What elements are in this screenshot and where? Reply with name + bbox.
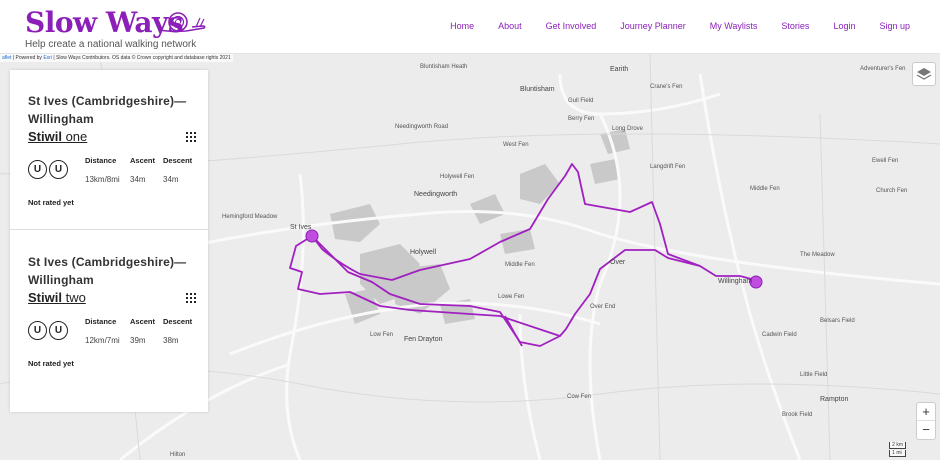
route-badges: U U — [28, 321, 68, 340]
nav-login[interactable]: Login — [833, 21, 855, 31]
nav-about[interactable]: About — [498, 21, 522, 31]
snail-logo-icon — [159, 12, 206, 33]
route-name-link[interactable]: Stiwil one — [28, 129, 87, 144]
distance-stat: Distance 13km/8mi — [85, 156, 120, 184]
map-label-over-end: Over End — [590, 304, 616, 310]
descent-label: Descent — [163, 156, 193, 165]
map-label-brook-field: Brook Field — [782, 412, 813, 418]
map-label-cow-fen: Cow Fen — [567, 394, 592, 400]
map-label-over: Over — [610, 259, 626, 266]
route-map[interactable]: aflet | Powered by Esri | Slow Ways Cont… — [0, 54, 940, 460]
map-label-bluntisham: Bluntisham — [520, 86, 555, 93]
layers-control-icon[interactable] — [912, 62, 936, 86]
map-attribution: aflet | Powered by Esri | Slow Ways Cont… — [0, 54, 233, 62]
esri-link[interactable]: Esri — [43, 55, 52, 61]
route-card[interactable]: St Ives (Cambridgeshire)—Willingham Stiw… — [10, 70, 208, 230]
map-label-cadwin-field: Cadwin Field — [762, 332, 797, 338]
map-label-middle-fen: Middle Fen — [505, 262, 535, 268]
map-label-willingham: Willingham — [718, 278, 753, 285]
map-label-church-fen: Church Fen — [876, 188, 908, 194]
map-scale: 2 km 1 mi — [889, 442, 906, 458]
map-label-hemingford-meadow: Hemingford Meadow — [222, 214, 278, 220]
nav-stories[interactable]: Stories — [781, 21, 809, 31]
route-title: St Ives (Cambridgeshire)—Willingham — [28, 94, 187, 126]
leaflet-link[interactable]: aflet — [2, 55, 11, 61]
descent-label: Descent — [163, 317, 193, 326]
site-header: Slow Ways Help create a national walking… — [0, 0, 940, 54]
unverified-badge-icon: U — [28, 321, 47, 340]
map-label-berry-fen: Berry Fen — [568, 116, 595, 122]
distance-value: 13km/8mi — [85, 175, 120, 184]
ascent-stat: Ascent 39m — [130, 317, 155, 345]
route-name-bold: Stiwil — [28, 290, 62, 305]
nav-sign-up[interactable]: Sign up — [879, 21, 910, 31]
map-label-needingworth: Needingworth — [414, 191, 458, 198]
route-name-link[interactable]: Stiwil two — [28, 290, 86, 305]
map-label-bluntisham-heath: Bluntisham Heath — [420, 64, 468, 70]
zoom-in-button[interactable]: + — [917, 403, 935, 421]
map-label-cranes-fen: Crane's Fen — [650, 84, 683, 90]
scale-mi: 1 mi — [889, 450, 906, 457]
scale-km: 2 km — [889, 442, 906, 449]
map-label-long-drove: Long Drove — [612, 126, 644, 132]
route-title: St Ives (Cambridgeshire)—Willingham — [28, 255, 187, 287]
route-badges: U U — [28, 160, 68, 179]
zoom-control: + − — [916, 402, 936, 440]
distance-stat: Distance 12km/7mi — [85, 317, 120, 345]
ascent-stat: Ascent 34m — [130, 156, 155, 184]
descent-stat: Descent 34m — [163, 156, 192, 184]
map-label-belsars-field: Belsars Field — [820, 318, 855, 324]
map-label-the-meadow: The Meadow — [800, 252, 835, 258]
route-name-rest: one — [65, 129, 88, 144]
ascent-value: 34m — [130, 175, 146, 184]
rating-status: Not rated yet — [28, 359, 74, 368]
map-label-gull-field: Gull Field — [568, 98, 594, 104]
unverified-badge-icon: U — [28, 160, 47, 179]
attribution-text: | Slow Ways Contributors. OS data © Crow… — [53, 55, 231, 61]
map-label-adventurers-fen: Adventurer's Fen — [860, 66, 906, 72]
routes-panel: St Ives (Cambridgeshire)—Willingham Stiw… — [10, 70, 208, 412]
unverified-badge-icon: U — [49, 321, 68, 340]
nav-journey-planner[interactable]: Journey Planner — [620, 21, 686, 31]
ascent-label: Ascent — [130, 156, 156, 165]
map-label-needingworth-road: Needingworth Road — [395, 124, 449, 130]
nav-get-involved[interactable]: Get Involved — [546, 21, 597, 31]
nav-my-waylists[interactable]: My Waylists — [710, 21, 758, 31]
main-nav: Home About Get Involved Journey Planner … — [426, 21, 910, 31]
map-label-ewell-fen: Ewell Fen — [872, 158, 899, 164]
ascent-label: Ascent — [130, 317, 156, 326]
ascent-value: 39m — [130, 336, 146, 345]
zoom-out-button[interactable]: − — [917, 421, 935, 439]
unverified-badge-icon: U — [49, 160, 68, 179]
distance-label: Distance — [85, 317, 117, 326]
map-label-little-field: Little Field — [800, 372, 828, 378]
rating-status: Not rated yet — [28, 198, 74, 207]
descent-stat: Descent 38m — [163, 317, 192, 345]
map-label-fen-drayton: Fen Drayton — [404, 336, 443, 343]
map-label-hilton: Hilton — [170, 452, 186, 458]
map-label-rampton: Rampton — [820, 396, 849, 403]
descent-value: 34m — [163, 175, 179, 184]
map-label-langdrift-fen: Langdrift Fen — [650, 164, 686, 170]
descent-value: 38m — [163, 336, 179, 345]
map-label-middle-fen-east: Middle Fen — [750, 186, 780, 192]
route-name-rest: two — [65, 290, 86, 305]
map-label-earith: Earith — [610, 66, 629, 73]
map-label-st-ives: St Ives — [290, 224, 312, 231]
map-label-west-fen: West Fen — [503, 142, 529, 148]
attribution-powered: | Powered by — [12, 55, 42, 61]
grid-icon[interactable] — [186, 293, 196, 303]
map-label-holywell: Holywell — [410, 249, 437, 256]
nav-home[interactable]: Home — [450, 21, 474, 31]
distance-value: 12km/7mi — [85, 336, 120, 345]
route-card[interactable]: St Ives (Cambridgeshire)—Willingham Stiw… — [10, 231, 208, 391]
grid-icon[interactable] — [186, 132, 196, 142]
site-tagline: Help create a national walking network — [25, 39, 197, 50]
map-label-lowe-fen: Lowe Fen — [498, 294, 525, 300]
map-label-holywell-fen: Holywell Fen — [440, 174, 475, 180]
map-label-low-fen: Low Fen — [370, 332, 394, 338]
route-name-bold: Stiwil — [28, 129, 62, 144]
distance-label: Distance — [85, 156, 117, 165]
layers-icon — [916, 68, 932, 80]
